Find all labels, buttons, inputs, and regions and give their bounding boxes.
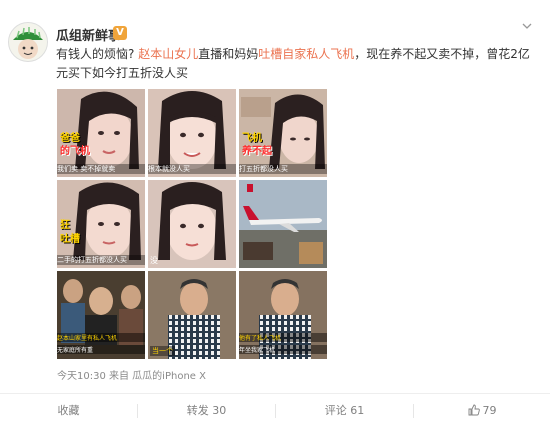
overlay-caption: 无家庭所有重 (57, 345, 145, 354)
image-7[interactable]: 赵本山家里有私人飞机 无家庭所有重 (57, 271, 145, 359)
top-strip (0, 0, 550, 8)
image-3[interactable]: 飞机 养不起 打五折都没人买 (239, 89, 327, 177)
verified-badge-icon: V (113, 26, 127, 40)
overlay-caption: 根本就没人买 (148, 164, 236, 174)
thumbs-up-icon (468, 396, 480, 416)
overlay-text: 的飞机 (60, 146, 90, 157)
overlay-caption: 年坐我家飞机 (239, 345, 327, 354)
post-text: 有钱人的烦恼? 赵本山女儿直播和妈妈吐槽自家私人飞机，现在养不起又卖不掉，曾花2… (56, 45, 531, 83)
overlay-caption: 他有了私人飞机 (239, 333, 327, 342)
topic-link-zhao-daughter[interactable]: 赵本山女儿 (138, 47, 198, 61)
overlay-text: 狂 (60, 220, 70, 231)
image-2[interactable]: 根本就没人买 (148, 89, 236, 177)
like-button[interactable]: 79 (414, 394, 550, 428)
post-text-part: 直播和妈妈 (198, 47, 259, 61)
topic-link-private-jet[interactable]: 吐槽自家私人飞机 (258, 47, 354, 61)
comment-button[interactable]: 评论 61 (276, 394, 413, 428)
image-grid: 爸爸 的飞机 我们卖 卖不掉就卖 根本就没人买 飞机 养不起 打五折都没人买 狂… (57, 89, 327, 359)
favorite-button[interactable]: 收藏 (0, 394, 137, 428)
overlay-caption: 打五折都没人买 (239, 164, 327, 174)
post-text-part: 有钱人的烦恼? (56, 47, 139, 61)
overlay-caption: 当一个 (150, 346, 175, 356)
like-count: 79 (482, 404, 497, 417)
overlay-text: 吐槽 (60, 234, 80, 245)
more-menu-icon[interactable] (520, 20, 534, 34)
avatar[interactable] (8, 22, 48, 62)
overlay-caption: 赵本山家里有私人飞机 (57, 333, 145, 342)
image-6[interactable] (239, 180, 327, 268)
overlay-caption: 二手的打五折都没人买 (57, 255, 145, 265)
image-9[interactable]: 他有了私人飞机 年坐我家飞机 (239, 271, 327, 359)
image-5[interactable]: 没 (148, 180, 236, 268)
weibo-post-card: 瓜组新鲜事 V 有钱人的烦恼? 赵本山女儿直播和妈妈吐槽自家私人飞机，现在养不起… (0, 0, 550, 428)
post-meta: 今天10:30 来自 瓜瓜的iPhone X (57, 371, 206, 382)
overlay-caption: 没 (150, 256, 158, 265)
author-name[interactable]: 瓜组新鲜事 (56, 25, 121, 44)
image-8[interactable]: 当一个 (148, 271, 236, 359)
action-bar: 收藏 转发 30 评论 61 79 (0, 394, 550, 428)
overlay-text: 养不起 (242, 146, 272, 157)
overlay-caption: 我们卖 卖不掉就卖 (57, 164, 145, 174)
image-1[interactable]: 爸爸 的飞机 我们卖 卖不掉就卖 (57, 89, 145, 177)
repost-button[interactable]: 转发 30 (138, 394, 275, 428)
image-4[interactable]: 狂 吐槽 二手的打五折都没人买 (57, 180, 145, 268)
